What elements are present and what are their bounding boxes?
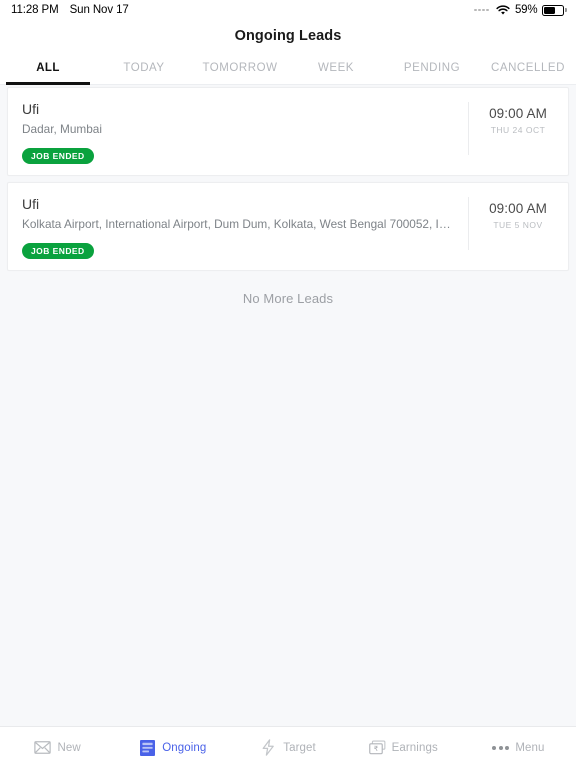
nav-label-target: Target bbox=[283, 741, 316, 754]
status-badge: JOB ENDED bbox=[22, 243, 94, 259]
lead-time: 09:00 AM bbox=[489, 106, 547, 121]
no-more-leads-label: No More Leads bbox=[242, 291, 334, 306]
status-time: 11:28 PM bbox=[11, 4, 59, 16]
page-title: Ongoing Leads bbox=[234, 27, 342, 44]
lead-address: Kolkata Airport, International Airport, … bbox=[22, 217, 456, 231]
tab-today[interactable]: TODAY bbox=[96, 51, 192, 84]
tab-today-label: TODAY bbox=[123, 61, 165, 74]
lead-address: Dadar, Mumbai bbox=[22, 122, 102, 136]
tab-tomorrow-label: TOMORROW bbox=[202, 61, 278, 74]
lead-card-main: Ufi Dadar, Mumbai JOB ENDED bbox=[8, 88, 468, 175]
tab-bar: ALL TODAY TOMORROW WEEK PENDING CANCELLE… bbox=[0, 51, 576, 85]
battery-percent: 59% bbox=[514, 4, 538, 16]
nav-label-earnings: Earnings bbox=[391, 741, 438, 754]
tab-cancelled-label: CANCELLED bbox=[491, 61, 565, 74]
tab-week[interactable]: WEEK bbox=[288, 51, 384, 84]
wifi-icon bbox=[496, 4, 510, 16]
tab-pending[interactable]: PENDING bbox=[384, 51, 480, 84]
tab-tomorrow[interactable]: TOMORROW bbox=[192, 51, 288, 84]
lead-title: Ufi bbox=[22, 196, 40, 212]
tab-all[interactable]: ALL bbox=[0, 51, 96, 85]
status-date: Sun Nov 17 bbox=[69, 4, 129, 16]
lead-card-side: 09:00 AM THU 24 OCT bbox=[468, 88, 568, 175]
tab-cancelled[interactable]: CANCELLED bbox=[480, 51, 576, 84]
signal-dots-icon bbox=[474, 8, 489, 12]
lead-date: TUE 5 NOV bbox=[493, 220, 543, 230]
tab-week-label: WEEK bbox=[317, 61, 355, 74]
lead-card-side: 09:00 AM TUE 5 NOV bbox=[468, 183, 568, 270]
home-indicator-area bbox=[0, 760, 576, 768]
leads-list: Ufi Dadar, Mumbai JOB ENDED 09:00 AM THU… bbox=[0, 85, 576, 726]
status-bar: 11:28 PM Sun Nov 17 59% bbox=[0, 0, 576, 20]
lead-date: THU 24 OCT bbox=[490, 125, 546, 135]
rupee-wallet-icon: ₹ bbox=[368, 739, 386, 756]
envelope-icon bbox=[34, 739, 52, 756]
nav-label-ongoing: Ongoing bbox=[162, 741, 207, 754]
status-bar-left: 11:28 PM Sun Nov 17 bbox=[11, 4, 129, 16]
app-root: 11:28 PM Sun Nov 17 59% Ongoing Leads AL… bbox=[0, 0, 576, 768]
nav-label-menu: Menu bbox=[515, 741, 545, 754]
lead-title: Ufi bbox=[22, 101, 40, 117]
status-bar-right: 59% bbox=[474, 4, 567, 16]
page-header: Ongoing Leads bbox=[0, 20, 576, 51]
table-row[interactable]: Ufi Dadar, Mumbai JOB ENDED 09:00 AM THU… bbox=[7, 87, 569, 176]
svg-text:₹: ₹ bbox=[373, 745, 378, 753]
tab-all-label: ALL bbox=[36, 61, 60, 74]
tab-pending-label: PENDING bbox=[403, 61, 461, 74]
battery-icon bbox=[542, 4, 567, 16]
lightning-bolt-icon bbox=[260, 739, 277, 756]
lead-time: 09:00 AM bbox=[489, 201, 547, 216]
lead-card-main: Ufi Kolkata Airport, International Airpo… bbox=[8, 183, 468, 270]
nav-label-new: New bbox=[57, 741, 81, 754]
document-list-icon bbox=[139, 739, 156, 756]
three-dots-icon bbox=[492, 739, 510, 756]
status-badge: JOB ENDED bbox=[22, 148, 94, 164]
table-row[interactable]: Ufi Kolkata Airport, International Airpo… bbox=[7, 182, 569, 271]
